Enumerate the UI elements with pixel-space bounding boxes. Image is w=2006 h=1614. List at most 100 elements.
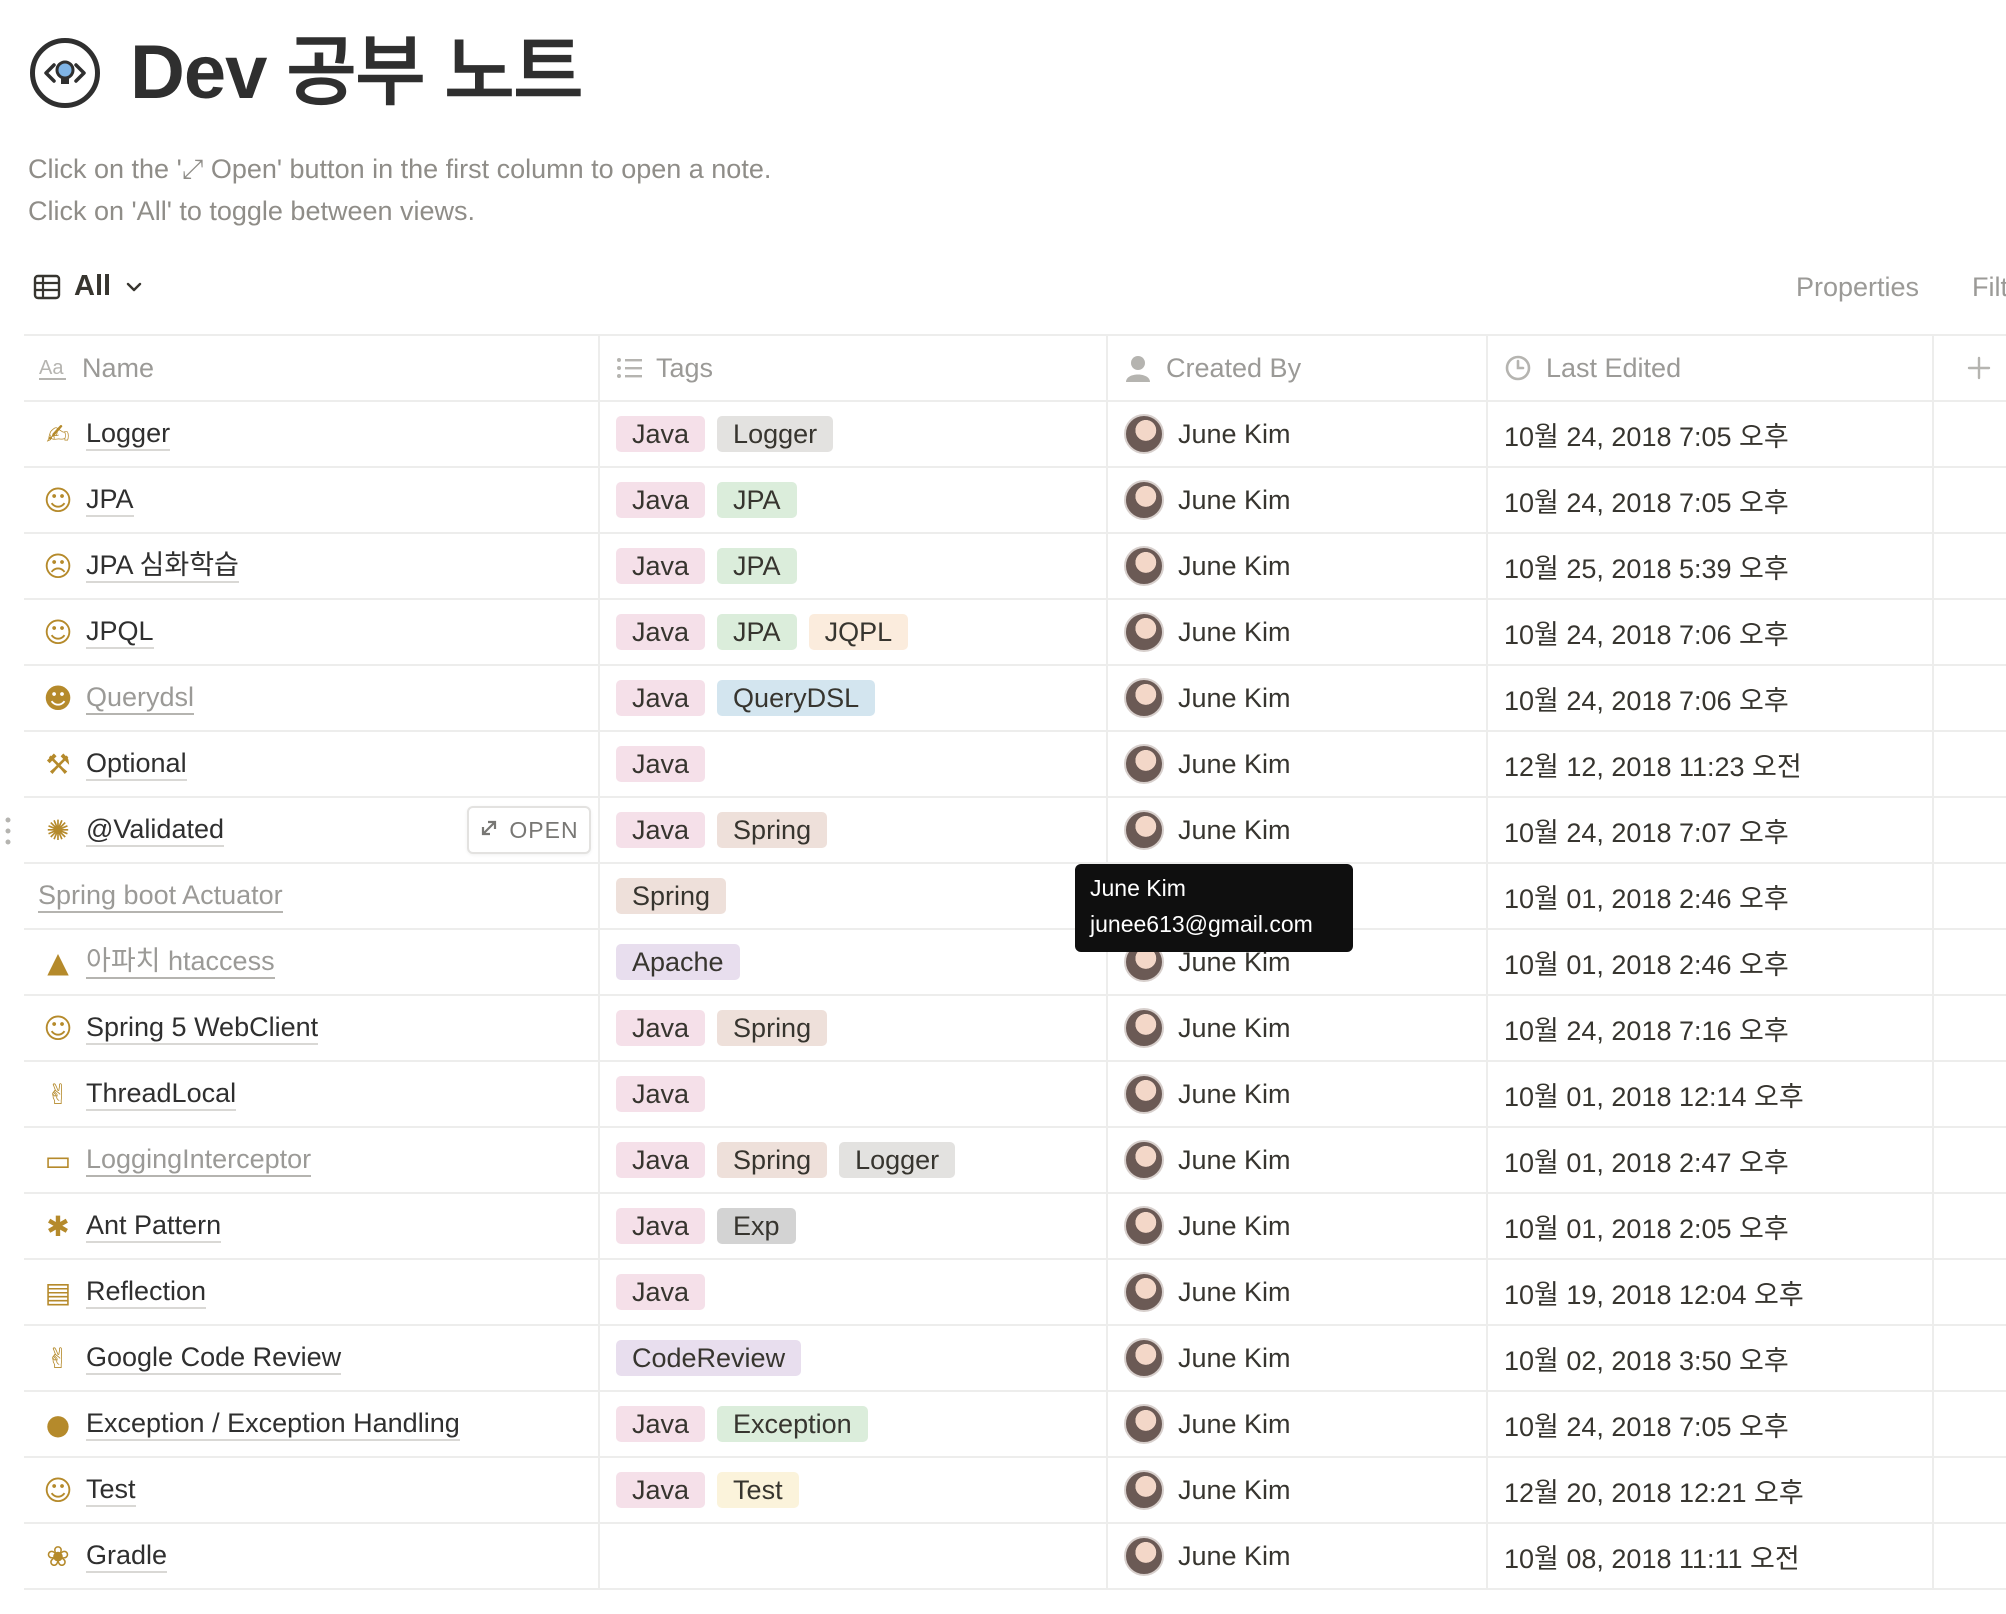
name-cell[interactable]: Spring boot Actuator	[24, 864, 600, 928]
column-header-tags[interactable]: Tags	[600, 336, 1108, 400]
person-chip[interactable]: June Kim	[1124, 414, 1291, 454]
filter-button[interactable]: Filt	[1972, 272, 2006, 303]
page-name-link[interactable]: Exception / Exception Handling	[86, 1407, 460, 1441]
page-name-link[interactable]: JPQL	[86, 615, 154, 649]
page-icon[interactable]	[30, 38, 100, 108]
name-cell[interactable]: ❀ Gradle	[24, 1524, 600, 1588]
tags-cell[interactable]: Java JPA	[600, 468, 1108, 532]
person-chip[interactable]: June Kim	[1124, 1272, 1291, 1312]
person-chip[interactable]: June Kim	[1124, 678, 1291, 718]
tags-cell[interactable]: Java	[600, 732, 1108, 796]
name-cell[interactable]: ▭ LoggingInterceptor	[24, 1128, 600, 1192]
page-name-link[interactable]: JPA	[86, 483, 134, 517]
page-name-link[interactable]: LoggingInterceptor	[86, 1143, 312, 1177]
person-chip[interactable]: June Kim	[1124, 1404, 1291, 1444]
page-name-link[interactable]: Reflection	[86, 1275, 207, 1309]
person-chip[interactable]: June Kim	[1124, 1536, 1291, 1576]
tags-cell[interactable]: Java	[600, 1062, 1108, 1126]
tags-cell[interactable]: Java Exception	[600, 1392, 1108, 1456]
table-row[interactable]: ☺ Spring 5 WebClient Java Spring June Kim 10월…	[24, 996, 2006, 1062]
table-row[interactable]: ✍ Logger Java Logger June Kim 10월 24, 2018 7:…	[24, 402, 2006, 468]
table-row[interactable]: ● Exception / Exception Handling Java Excep…	[24, 1392, 2006, 1458]
column-header-last-edited[interactable]: Last Edited	[1488, 336, 1934, 400]
tags-cell[interactable]: Java QueryDSL	[600, 666, 1108, 730]
name-cell[interactable]: ▲ 아파치 htaccess	[24, 930, 600, 994]
person-chip[interactable]: June Kim	[1124, 1206, 1291, 1246]
person-chip[interactable]: June Kim	[1124, 546, 1291, 586]
page-name-link[interactable]: Logger	[86, 417, 171, 451]
tags-cell[interactable]: Java Logger	[600, 402, 1108, 466]
table-row[interactable]: ✱ Ant Pattern Java Exp June Kim 10월 01, 2018 …	[24, 1194, 2006, 1260]
column-header-created-by[interactable]: Created By	[1108, 336, 1488, 400]
tags-cell[interactable]: Java Exp	[600, 1194, 1108, 1258]
tags-cell[interactable]: CodeReview	[600, 1326, 1108, 1390]
tags-cell[interactable]: Java JPA JQPL	[600, 600, 1108, 664]
tags-cell[interactable]: Spring	[600, 864, 1108, 928]
person-chip[interactable]: June Kim	[1124, 744, 1291, 784]
name-cell[interactable]: ☺ JPA	[24, 468, 600, 532]
name-cell[interactable]: ✌ Google Code Review	[24, 1326, 600, 1390]
name-cell[interactable]: ✌ ThreadLocal	[24, 1062, 600, 1126]
add-property-button[interactable]	[1934, 336, 2006, 400]
page-name-link[interactable]: Google Code Review	[86, 1341, 342, 1375]
view-selector[interactable]: All	[32, 270, 145, 303]
tags-cell[interactable]: Java	[600, 1260, 1108, 1324]
person-chip[interactable]: June Kim	[1124, 1140, 1291, 1180]
page-title[interactable]: Dev 공부 노트	[130, 28, 583, 118]
name-cell[interactable]: ▤ Reflection	[24, 1260, 600, 1324]
page-name-link[interactable]: 아파치 htaccess	[86, 945, 275, 979]
column-header-name[interactable]: Aa Name	[24, 336, 600, 400]
name-cell[interactable]: ☺ Test	[24, 1458, 600, 1522]
page-name-link[interactable]: Test	[86, 1473, 136, 1507]
tags-cell[interactable]: Java JPA	[600, 534, 1108, 598]
name-cell[interactable]: ✱ Ant Pattern	[24, 1194, 600, 1258]
table-row[interactable]: ✌ ThreadLocal Java June Kim 10월 01, 2018 12:…	[24, 1062, 2006, 1128]
name-cell[interactable]: ☺ Spring 5 WebClient	[24, 996, 600, 1060]
table-row[interactable]: ☺ JPQL Java JPA JQPL June Kim 10월 24, 2018 7:0…	[24, 600, 2006, 666]
page-name-link[interactable]: Ant Pattern	[86, 1209, 222, 1243]
name-cell[interactable]: ⚒ Optional	[24, 732, 600, 796]
table-row[interactable]: ☹ JPA 심화학습 Java JPA June Kim 10월 25, 2018 5:3…	[24, 534, 2006, 600]
properties-button[interactable]: Properties	[1796, 272, 1919, 303]
page-name-link[interactable]: ThreadLocal	[86, 1077, 237, 1111]
table-row[interactable]: ❀ Gradle June Kim 10월 08, 2018 11:11 오전	[24, 1524, 2006, 1590]
drag-handle-icon[interactable]	[4, 816, 12, 846]
table-row[interactable]: ☺ JPA Java JPA June Kim 10월 24, 2018 7:05 오후	[24, 468, 2006, 534]
table-row[interactable]: ⚒ Optional Java June Kim 12월 12, 2018 11:23 …	[24, 732, 2006, 798]
person-chip[interactable]: June Kim	[1124, 1338, 1291, 1378]
page-name-link[interactable]: Querydsl	[86, 681, 195, 715]
table-row[interactable]: ✺ @Validated OPEN Java Spring June Kim 10월 24,…	[5, 798, 2006, 864]
open-button[interactable]: OPEN	[467, 806, 591, 854]
tags-cell[interactable]: Java Spring	[600, 996, 1108, 1060]
tags-cell[interactable]: Apache	[600, 930, 1108, 994]
table-row[interactable]: ▤ Reflection Java June Kim 10월 19, 2018 12:0…	[24, 1260, 2006, 1326]
page-name-link[interactable]: Spring 5 WebClient	[86, 1011, 319, 1045]
name-cell[interactable]: ☻ Querydsl	[24, 666, 600, 730]
page-name-link[interactable]: Gradle	[86, 1539, 168, 1573]
name-cell[interactable]: ✺ @Validated OPEN	[5, 798, 600, 862]
page-name-link[interactable]: JPA 심화학습	[86, 549, 239, 583]
page-name-link[interactable]: @Validated	[86, 813, 224, 847]
person-chip[interactable]: June Kim	[1124, 1470, 1291, 1510]
name-cell[interactable]: ✍ Logger	[24, 402, 600, 466]
person-chip[interactable]: June Kim	[1124, 612, 1291, 652]
table-row[interactable]: ☺ Test Java Test June Kim 12월 20, 2018 12:21 …	[24, 1458, 2006, 1524]
table-row[interactable]: ☻ Querydsl Java QueryDSL June Kim 10월 24, 201…	[24, 666, 2006, 732]
page-name-link[interactable]: Spring boot Actuator	[38, 879, 283, 913]
tags-cell[interactable]: Java Test	[600, 1458, 1108, 1522]
person-chip[interactable]: June Kim	[1124, 480, 1291, 520]
tags-cell[interactable]: Java Spring	[600, 798, 1108, 862]
table-row[interactable]: Spring boot Actuator Spring June Kim 10월 01…	[24, 864, 2006, 930]
person-chip[interactable]: June Kim	[1124, 1074, 1291, 1114]
name-cell[interactable]: ☺ JPQL	[24, 600, 600, 664]
person-chip[interactable]: June Kim	[1124, 810, 1291, 850]
table-row[interactable]: ✌ Google Code Review CodeReview June Kim 10월…	[24, 1326, 2006, 1392]
table-row[interactable]: ▲ 아파치 htaccess Apache June Kim 10월 01, 2018 …	[24, 930, 2006, 996]
name-cell[interactable]: ● Exception / Exception Handling	[24, 1392, 600, 1456]
tags-cell[interactable]	[600, 1524, 1108, 1588]
page-name-link[interactable]: Optional	[86, 747, 187, 781]
tags-cell[interactable]: Java Spring Logger	[600, 1128, 1108, 1192]
name-cell[interactable]: ☹ JPA 심화학습	[24, 534, 600, 598]
table-row[interactable]: ▭ LoggingInterceptor Java Spring Logger June …	[24, 1128, 2006, 1194]
person-chip[interactable]: June Kim	[1124, 1008, 1291, 1048]
